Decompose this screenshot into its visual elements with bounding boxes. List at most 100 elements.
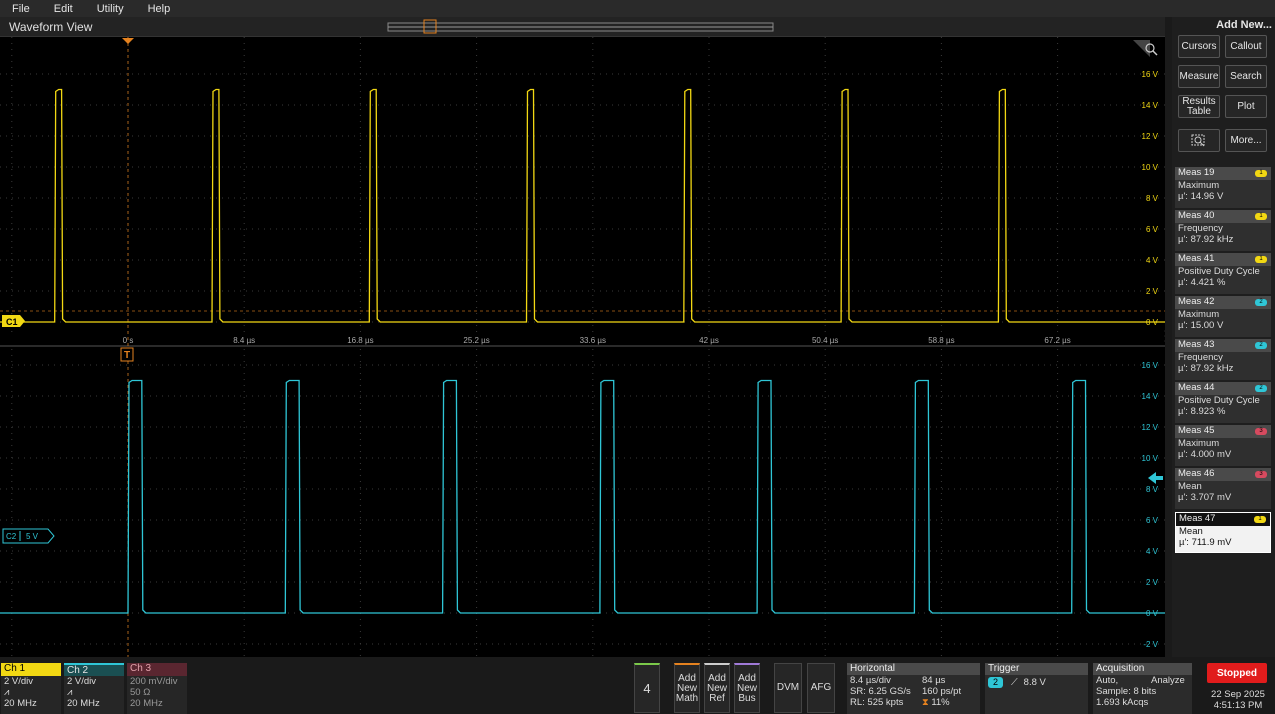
upper-volt-label: 6 V xyxy=(1146,225,1159,234)
run-stop-button[interactable]: Stopped xyxy=(1207,663,1267,683)
ch3-scale: 200 mV/div xyxy=(130,676,178,687)
menu-utility[interactable]: Utility xyxy=(85,3,136,15)
measure-button[interactable]: Measure xyxy=(1178,65,1220,88)
ch3-label: Ch 3 xyxy=(127,663,187,676)
horizontal-position: ⧗ 11% xyxy=(922,697,950,708)
waveform-display[interactable]: 16 V14 V12 V10 V8 V6 V4 V2 V0 V 16 V14 V… xyxy=(0,37,1165,657)
trigger-panel[interactable]: Trigger 2 ⟋ 8.8 V xyxy=(985,663,1088,714)
time-label: 67.2 µs xyxy=(1044,336,1070,345)
ch2-label: Ch 2 xyxy=(64,663,124,676)
menu-file[interactable]: File xyxy=(0,3,42,15)
upper-volt-label: 14 V xyxy=(1142,101,1159,110)
measurement-value: µ': 3.707 mV xyxy=(1178,492,1232,503)
measurement-channel-badge: 2 xyxy=(1255,385,1267,392)
time: 4:51:13 PM xyxy=(1213,700,1263,711)
acquisition-mode: Auto, xyxy=(1096,675,1119,686)
afg-button[interactable]: AFG xyxy=(807,663,835,713)
measurement-badge[interactable]: Meas 40 1 Frequency µ': 87.92 kHz xyxy=(1175,210,1271,251)
measurement-channel-badge: 1 xyxy=(1255,213,1267,220)
lower-volt-label: 12 V xyxy=(1142,423,1159,432)
ch2-badge[interactable]: Ch 2 2 V/div ⩘ 20 MHz xyxy=(64,663,124,714)
measurement-badge[interactable]: Meas 47 1 Mean µ': 711.9 mV xyxy=(1175,512,1271,553)
horizontal-duration: 84 µs xyxy=(922,675,946,686)
lower-volt-label: 10 V xyxy=(1142,454,1159,463)
callout-button[interactable]: Callout xyxy=(1225,35,1267,58)
upper-volt-label: 4 V xyxy=(1146,256,1159,265)
add-ref-button[interactable]: Add New Ref xyxy=(704,663,730,713)
lower-volt-label: 2 V xyxy=(1146,578,1159,587)
more-button[interactable]: More... xyxy=(1225,129,1267,152)
measurement-badge[interactable]: Meas 42 2 Maximum µ': 15.00 V xyxy=(1175,296,1271,337)
ch1-bandwidth: 20 MHz xyxy=(4,698,37,709)
horizontal-panel[interactable]: Horizontal 8.4 µs/div 84 µs SR: 6.25 GS/… xyxy=(847,663,980,714)
measurement-channel-badge: 3 xyxy=(1255,471,1267,478)
add-bus-button[interactable]: Add New Bus xyxy=(734,663,760,713)
measurement-type: Maximum xyxy=(1178,309,1220,320)
upper-volt-label: 2 V xyxy=(1146,287,1159,296)
add-new-title: Add New... xyxy=(1216,19,1272,31)
measurement-channel-badge: 2 xyxy=(1255,342,1267,349)
measurement-name: Meas 40 xyxy=(1178,210,1215,221)
date: 22 Sep 2025 xyxy=(1211,689,1265,700)
results-table-button[interactable]: Results Table xyxy=(1178,95,1220,118)
measurement-badge[interactable]: Meas 19 1 Maximum µ': 14.96 V xyxy=(1175,167,1271,208)
trigger-source-badge: 2 xyxy=(988,677,1004,688)
measurement-value: µ': 15.00 V xyxy=(1178,320,1224,331)
measurement-type: Positive Duty Cycle xyxy=(1178,266,1260,277)
ch3-badge[interactable]: Ch 3 200 mV/div 50 Ω 20 MHz xyxy=(127,663,187,714)
time-per-point: 160 ps/pt xyxy=(922,686,962,697)
ch2-coupling-icon: ⩘ xyxy=(67,687,73,698)
measurement-badge[interactable]: Meas 44 2 Positive Duty Cycle µ': 8.923 % xyxy=(1175,382,1271,423)
ch1-scale: 2 V/div xyxy=(4,676,34,687)
measurement-type: Frequency xyxy=(1178,352,1223,363)
measurement-value: µ': 8.923 % xyxy=(1178,406,1226,417)
time-label: 25.2 µs xyxy=(463,336,489,345)
measurement-value: µ': 14.96 V xyxy=(1178,191,1224,202)
lower-volt-label: 4 V xyxy=(1146,547,1159,556)
dvm-button[interactable]: DVM xyxy=(774,663,802,713)
time-label: 16.8 µs xyxy=(347,336,373,345)
add-math-button[interactable]: Add New Math xyxy=(674,663,700,713)
measurement-badge[interactable]: Meas 41 1 Positive Duty Cycle µ': 4.421 % xyxy=(1175,253,1271,294)
sample-rate: SR: 6.25 GS/s xyxy=(850,686,911,697)
sample-bits: Sample: 8 bits xyxy=(1096,686,1157,697)
measurement-value: µ': 711.9 mV xyxy=(1179,537,1232,548)
acquisition-panel[interactable]: Acquisition Auto, Analyze Sample: 8 bits… xyxy=(1093,663,1192,714)
svg-text:C2: C2 xyxy=(6,532,17,541)
upper-volt-label: 10 V xyxy=(1142,163,1159,172)
menu-help[interactable]: Help xyxy=(136,3,183,15)
measurement-name: Meas 43 xyxy=(1178,339,1215,350)
lower-volt-label: 14 V xyxy=(1142,392,1159,401)
lower-volt-label: -2 V xyxy=(1143,640,1158,649)
cursors-button[interactable]: Cursors xyxy=(1178,35,1220,58)
add-channel-button[interactable]: 4 xyxy=(634,663,660,713)
measurement-type: Positive Duty Cycle xyxy=(1178,395,1260,406)
ch2-marker[interactable]: C2 5 V xyxy=(2,528,55,544)
measurement-value: µ': 4.000 mV xyxy=(1178,449,1232,460)
search-button[interactable]: Search xyxy=(1225,65,1267,88)
plot-button[interactable]: Plot xyxy=(1225,95,1267,118)
measurement-badge[interactable]: Meas 46 3 Mean µ': 3.707 mV xyxy=(1175,468,1271,509)
measurement-channel-badge: 3 xyxy=(1255,428,1267,435)
measurement-name: Meas 44 xyxy=(1178,382,1215,393)
measurement-badge[interactable]: Meas 45 3 Maximum µ': 4.000 mV xyxy=(1175,425,1271,466)
record-view-bar[interactable] xyxy=(0,17,1165,37)
measurement-type: Frequency xyxy=(1178,223,1223,234)
measurement-type: Mean xyxy=(1179,526,1203,537)
trigger-title: Trigger xyxy=(985,663,1088,675)
measurement-type: Maximum xyxy=(1178,438,1220,449)
ch1-label: Ch 1 xyxy=(1,663,61,676)
trigger-marker[interactable]: T xyxy=(120,347,134,362)
ch1-coupling-icon: ⩘ xyxy=(4,687,10,698)
ch1-badge[interactable]: Ch 1 2 V/div ⩘ 20 MHz xyxy=(1,663,61,714)
record-length: RL: 525 kpts xyxy=(850,697,904,708)
measurement-badge[interactable]: Meas 43 2 Frequency µ': 87.92 kHz xyxy=(1175,339,1271,380)
lower-volt-label: 8 V xyxy=(1146,485,1159,494)
waveform-view-header: Waveform View xyxy=(0,17,1165,37)
measurement-channel-badge: 2 xyxy=(1255,299,1267,306)
measurement-type: Maximum xyxy=(1178,180,1220,191)
upper-volt-label: 8 V xyxy=(1146,194,1159,203)
horizontal-title: Horizontal xyxy=(847,663,980,675)
menu-edit[interactable]: Edit xyxy=(42,3,85,15)
zoom-box-button[interactable] xyxy=(1178,129,1220,152)
